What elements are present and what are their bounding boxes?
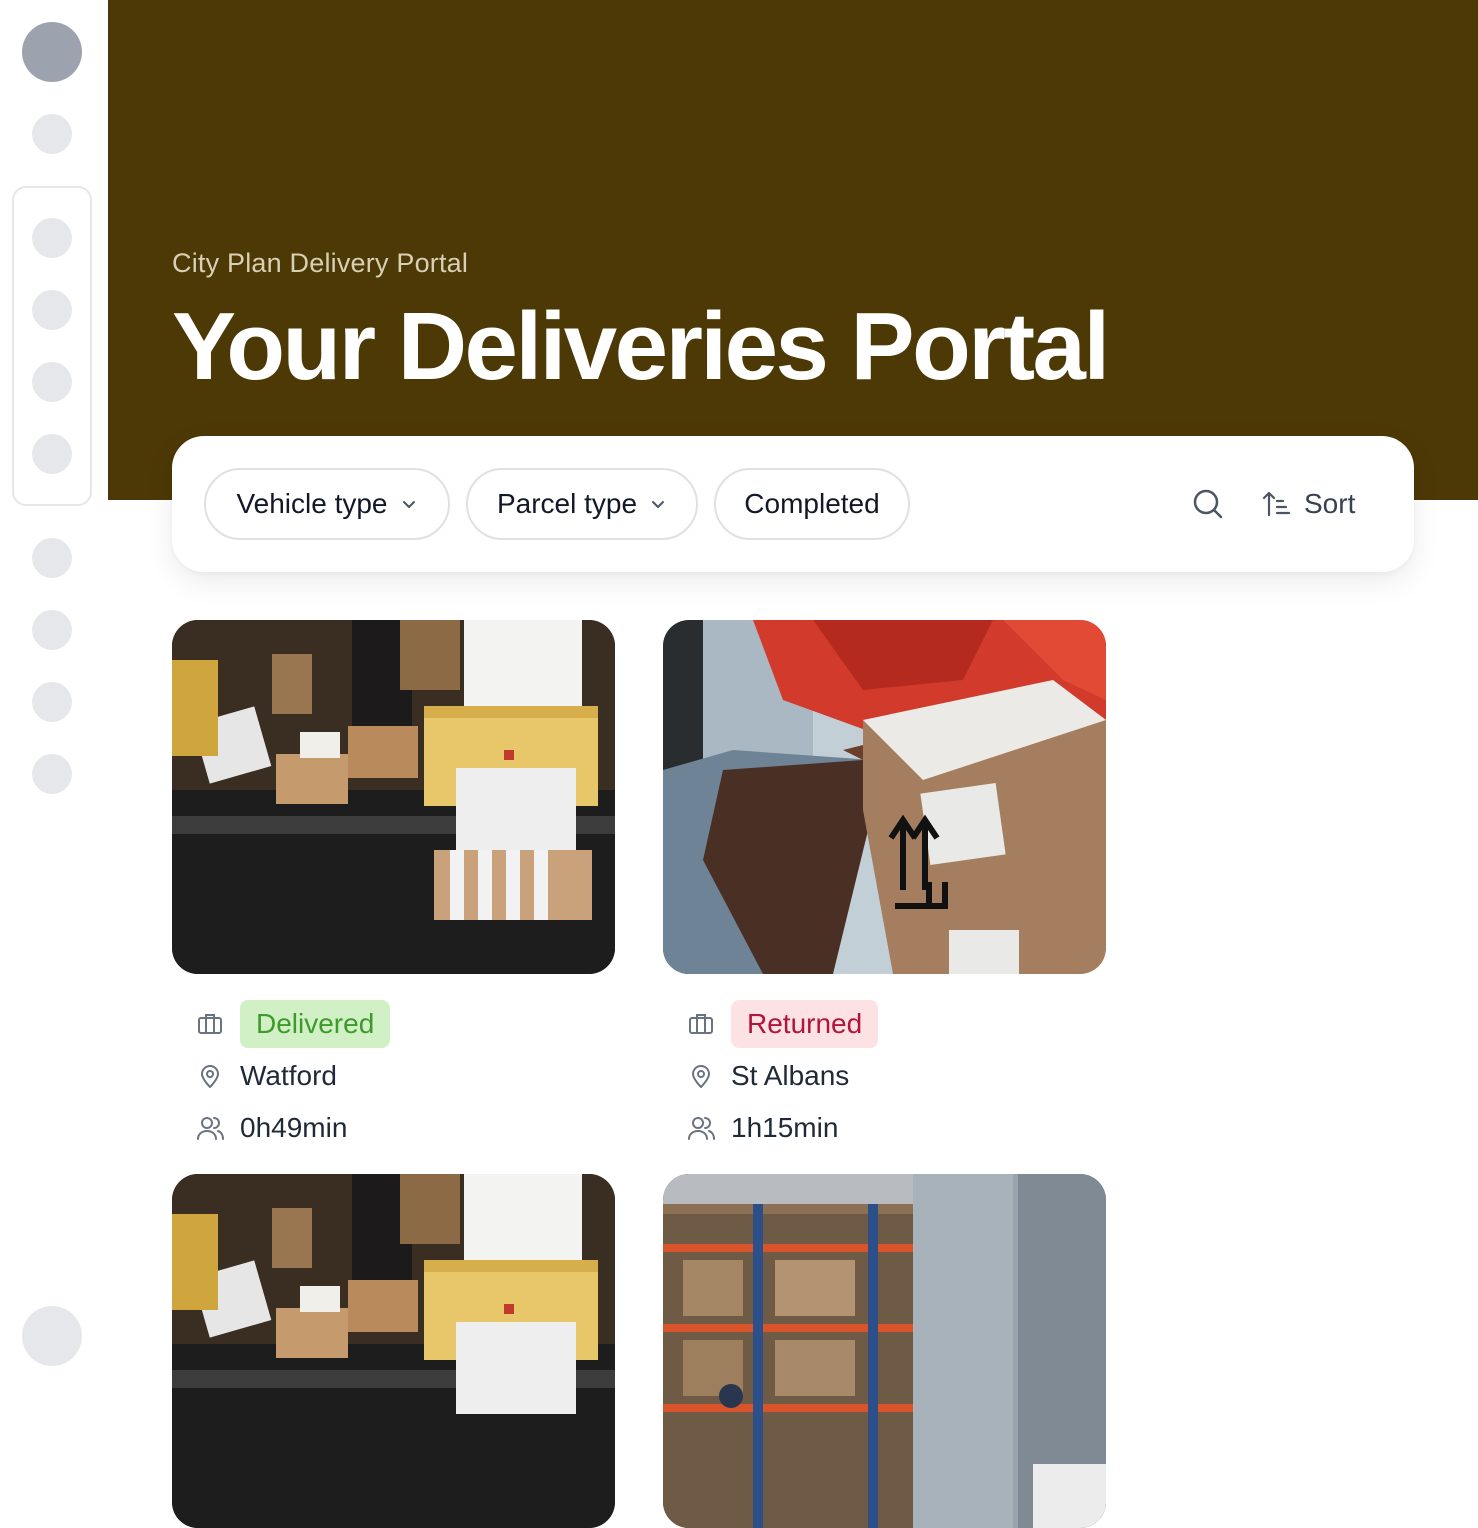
page-title: Your Deliveries Portal bbox=[172, 293, 1110, 400]
delivery-photo-parcel-handover bbox=[663, 620, 1106, 974]
hero-banner: City Plan Delivery Portal Your Deliverie… bbox=[108, 0, 1478, 500]
sort-label: Sort bbox=[1304, 488, 1356, 519]
status-badge: Delivered bbox=[240, 1000, 391, 1048]
search-icon[interactable] bbox=[1190, 486, 1226, 522]
chevron-down-icon bbox=[652, 501, 665, 508]
sidebar-item-9[interactable] bbox=[32, 754, 72, 794]
duration-label: 1h15min bbox=[731, 1112, 839, 1143]
completed-filter[interactable]: Completed bbox=[714, 468, 910, 540]
delivery-card[interactable] bbox=[172, 1174, 615, 1528]
location-row: Watford bbox=[172, 1050, 615, 1102]
filter-bar: Vehicle type Parcel type Completed Sort bbox=[172, 436, 1414, 572]
delivery-card[interactable]: Delivered Watford 0h49min bbox=[172, 620, 615, 1154]
portal-subtitle: City Plan Delivery Portal bbox=[172, 248, 469, 278]
briefcase-icon bbox=[198, 1014, 222, 1034]
sidebar-item-2[interactable] bbox=[32, 218, 72, 258]
map-pin-icon bbox=[692, 1065, 710, 1088]
vehicle-type-label: Vehicle type bbox=[236, 488, 388, 519]
location-label: St Albans bbox=[731, 1060, 850, 1091]
sidebar-item-4[interactable] bbox=[32, 362, 72, 402]
parcel-type-label: Parcel type bbox=[496, 488, 638, 519]
sidebar-item-5[interactable] bbox=[32, 434, 72, 474]
users-icon bbox=[197, 1117, 224, 1140]
sidebar-item-7[interactable] bbox=[32, 610, 72, 650]
sort-button[interactable]: Sort bbox=[1262, 482, 1355, 526]
sort-ascending-icon bbox=[1262, 491, 1291, 517]
sidebar-item-8[interactable] bbox=[32, 682, 72, 722]
delivery-photo-van-parcels bbox=[172, 620, 615, 974]
chevron-down-icon bbox=[402, 501, 415, 508]
delivery-card[interactable]: Returned St Albans 1h15min bbox=[663, 620, 1106, 1154]
sidebar-item-1[interactable] bbox=[32, 114, 72, 154]
map-pin-icon bbox=[201, 1065, 219, 1088]
status-row: Delivered bbox=[172, 998, 615, 1050]
parcel-type-filter[interactable]: Parcel type bbox=[466, 468, 698, 540]
completed-label: Completed bbox=[744, 488, 880, 519]
delivery-photo-van-parcels bbox=[172, 1174, 615, 1528]
delivery-photo-warehouse-worker bbox=[663, 1174, 1106, 1528]
sidebar-item-6[interactable] bbox=[32, 538, 72, 578]
duration-label: 0h49min bbox=[240, 1112, 348, 1143]
sidebar-bottom-item[interactable] bbox=[22, 1306, 82, 1366]
location-row: St Albans bbox=[663, 1050, 1106, 1102]
location-label: Watford bbox=[240, 1060, 337, 1091]
status-badge: Returned bbox=[731, 1000, 879, 1048]
sidebar-item-3[interactable] bbox=[32, 290, 72, 330]
duration-row: 0h49min bbox=[172, 1102, 615, 1154]
status-row: Returned bbox=[663, 998, 1106, 1050]
duration-row: 1h15min bbox=[663, 1102, 1106, 1154]
sidebar bbox=[0, 0, 108, 1408]
vehicle-type-filter[interactable]: Vehicle type bbox=[204, 468, 450, 540]
briefcase-icon bbox=[689, 1014, 713, 1034]
delivery-card[interactable] bbox=[663, 1174, 1106, 1528]
user-avatar[interactable] bbox=[22, 22, 82, 82]
users-icon bbox=[688, 1117, 715, 1140]
